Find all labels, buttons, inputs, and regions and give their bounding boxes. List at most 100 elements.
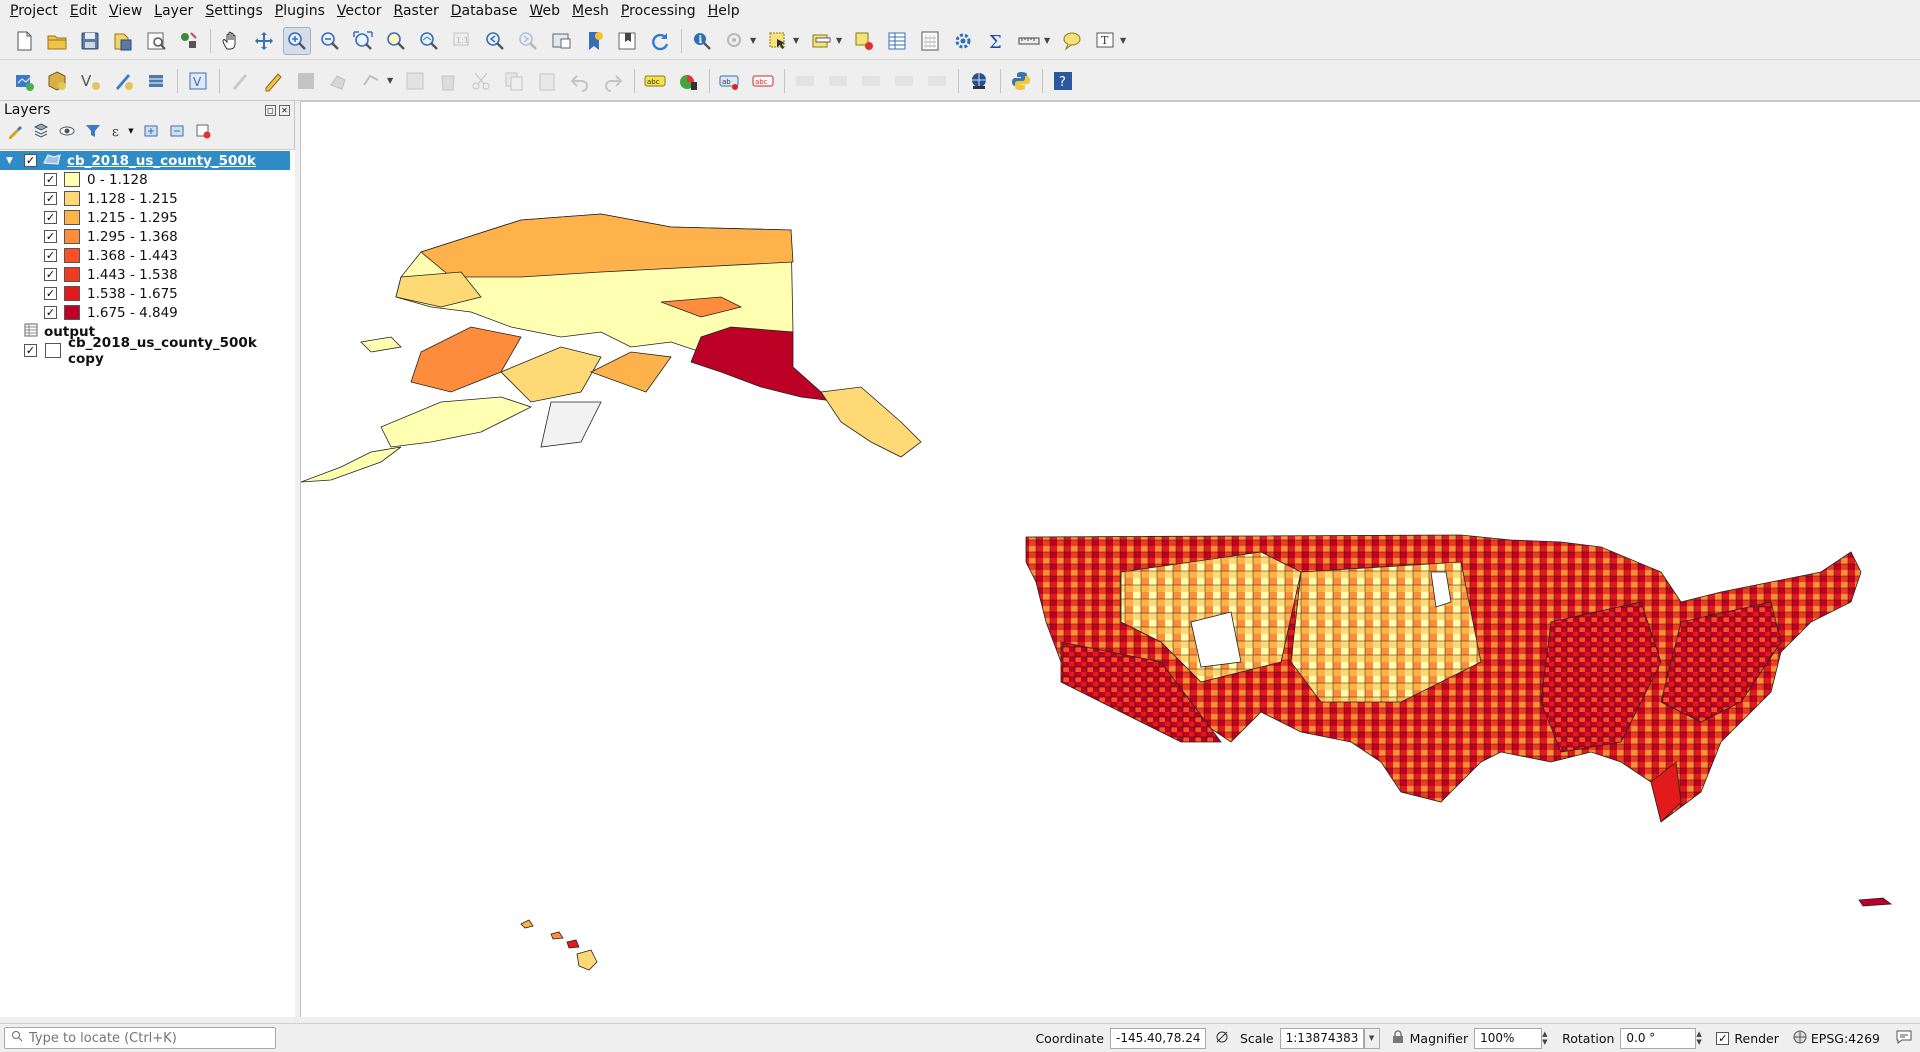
text-annotation-icon[interactable]: T [1091,27,1119,55]
processing-toolbox-icon[interactable] [949,27,977,55]
measure-icon[interactable] [1015,27,1043,55]
data-source-manager-icon[interactable] [10,67,38,95]
rotate-label-icon[interactable] [857,67,885,95]
locator-box[interactable] [4,1027,276,1049]
legend-class-row[interactable]: ✓ 1.538 - 1.675 [44,284,178,303]
refresh-icon[interactable] [646,27,674,55]
vertex-tool-icon[interactable] [358,67,386,95]
collapse-arrow-icon[interactable]: ▼ [6,156,16,166]
chevron-down-icon[interactable]: ▼ [1363,1027,1380,1049]
current-edits-icon[interactable] [226,67,254,95]
menu-vector[interactable]: Vector [331,3,388,19]
layer-visibility-checkbox[interactable]: ✓ [24,344,37,357]
cut-features-icon[interactable] [467,67,495,95]
label-tool-icon[interactable]: abc [641,67,669,95]
manage-visibility-icon[interactable] [58,122,76,140]
zoom-to-layer-icon[interactable] [415,27,443,55]
class-visibility-checkbox[interactable]: ✓ [44,306,57,319]
menu-web[interactable]: Web [524,3,567,19]
locator-input[interactable] [29,1030,269,1046]
messages-icon[interactable] [1896,1030,1912,1047]
open-project-icon[interactable] [43,27,71,55]
class-visibility-checkbox[interactable]: ✓ [44,268,57,281]
style-manager-icon[interactable] [175,27,203,55]
menu-plugins[interactable]: Plugins [269,3,331,19]
new-virtual-layer-icon[interactable]: V [184,67,212,95]
float-panel-icon[interactable]: ◻ [265,104,276,116]
coordinate-field[interactable]: -145.40,78.24 [1109,1027,1206,1049]
collapse-all-icon[interactable] [168,122,186,140]
chevron-down-icon[interactable]: ▼ [387,76,395,85]
new-geopackage-layer-icon[interactable] [43,67,71,95]
attribute-table-icon[interactable] [883,27,911,55]
legend-class-row[interactable]: ✓ 1.675 - 4.849 [44,303,178,322]
legend-class-row[interactable]: ✓ 0 - 1.128 [44,170,148,189]
lock-icon[interactable] [1392,1029,1404,1047]
zoom-out-icon[interactable] [316,27,344,55]
identify-icon[interactable]: i [688,27,716,55]
save-edits-icon[interactable] [292,67,320,95]
digitize-icon[interactable] [325,67,353,95]
help-icon[interactable]: ? [1049,67,1077,95]
label-properties-icon[interactable] [923,67,951,95]
chevron-down-icon[interactable]: ▼ [128,122,134,140]
open-layer-styling-icon[interactable] [6,122,24,140]
class-visibility-checkbox[interactable]: ✓ [44,249,57,262]
zoom-native-icon[interactable]: 1:1 [448,27,476,55]
chevron-down-icon[interactable]: ▼ [836,36,844,45]
new-shapefile-layer-icon[interactable]: V [76,67,104,95]
select-by-value-icon[interactable] [807,27,835,55]
legend-class-row[interactable]: ✓ 1.215 - 1.295 [44,208,178,227]
new-map-view-icon[interactable] [547,27,575,55]
change-label-icon[interactable] [890,67,918,95]
menu-edit[interactable]: Edit [64,3,103,19]
deselect-icon[interactable] [850,27,878,55]
filter-by-expression-icon[interactable]: ε [110,122,128,140]
new-bookmark-icon[interactable] [580,27,608,55]
run-action-icon[interactable] [721,27,749,55]
zoom-full-icon[interactable] [349,27,377,55]
legend-class-row[interactable]: ✓ 1.443 - 1.538 [44,265,178,284]
remove-layer-icon[interactable] [194,122,212,140]
legend-class-row[interactable]: ✓ 1.128 - 1.215 [44,189,178,208]
toggle-extents-icon[interactable] [1214,1029,1230,1048]
diagram-tool-icon[interactable] [674,67,702,95]
paste-features-icon[interactable] [533,67,561,95]
rotation-spinner[interactable]: ▲ ▼ [1696,1028,1706,1049]
save-as-icon[interactable] [109,27,137,55]
select-features-icon[interactable] [764,27,792,55]
crs-button[interactable]: EPSG:4269 [1811,1031,1880,1046]
zoom-to-selection-icon[interactable] [382,27,410,55]
redo-icon[interactable] [599,67,627,95]
legend-class-row[interactable]: ✓ 1.295 - 1.368 [44,227,178,246]
render-checkbox[interactable]: ✓ [1716,1031,1730,1045]
move-label-icon[interactable] [824,67,852,95]
zoom-next-icon[interactable] [514,27,542,55]
magnifier-field[interactable]: 100% [1474,1027,1543,1049]
pan-to-selection-icon[interactable] [250,27,278,55]
save-project-icon[interactable] [76,27,104,55]
menu-layer[interactable]: Layer [148,3,199,19]
new-project-icon[interactable] [10,27,38,55]
menu-view[interactable]: View [103,3,148,19]
map-canvas[interactable] [300,101,1920,1017]
chevron-down-icon[interactable]: ▼ [793,36,801,45]
delete-selected-icon[interactable] [434,67,462,95]
menu-processing[interactable]: Processing [615,3,702,19]
zoom-last-icon[interactable] [481,27,509,55]
add-group-icon[interactable] [32,122,50,140]
undo-icon[interactable] [566,67,594,95]
statistics-icon[interactable]: Σ [982,27,1010,55]
layer-row-county[interactable]: ▼ ✓ cb_2018_us_county_500k [0,151,290,170]
python-console-icon[interactable] [1007,67,1035,95]
close-icon[interactable]: ✕ [279,104,290,116]
menu-settings[interactable]: Settings [199,3,268,19]
class-visibility-checkbox[interactable]: ✓ [44,287,57,300]
chevron-down-icon[interactable]: ▼ [1120,36,1128,45]
menu-mesh[interactable]: Mesh [566,3,615,19]
new-temporary-layer-icon[interactable] [109,67,137,95]
filter-legend-icon[interactable] [84,122,102,140]
chevron-down-icon[interactable]: ▼ [750,36,758,45]
map-tips-icon[interactable] [1058,27,1086,55]
legend-class-row[interactable]: ✓ 1.368 - 1.443 [44,246,178,265]
